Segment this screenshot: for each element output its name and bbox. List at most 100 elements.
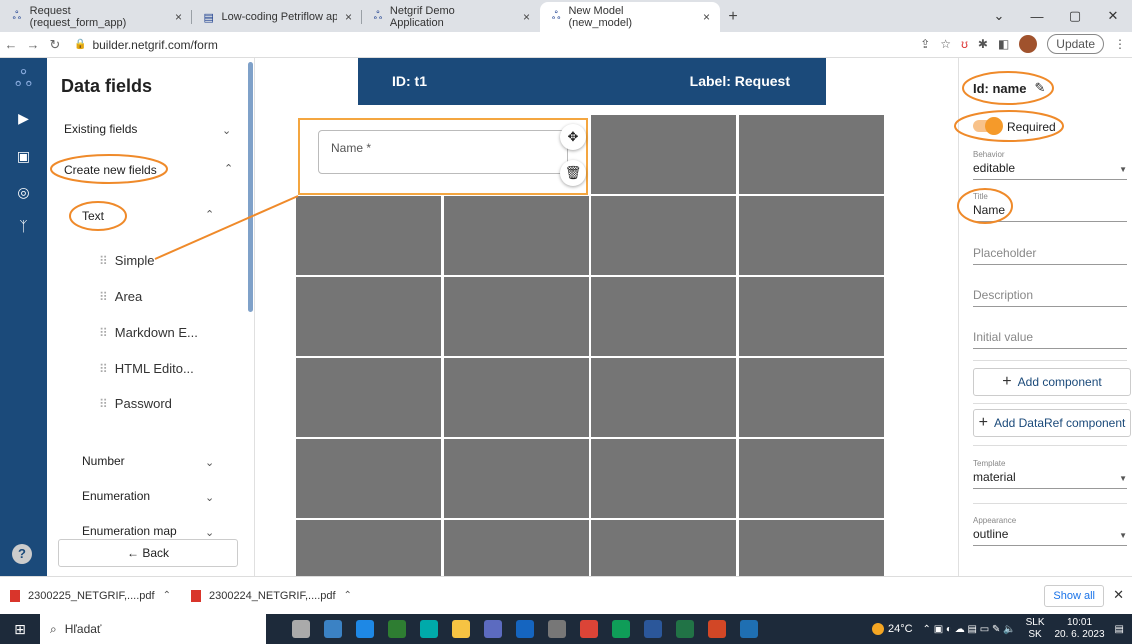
add-dataref-component-button[interactable]: + Add DataRef component: [973, 409, 1131, 437]
share-icon[interactable]: ⇪: [920, 37, 930, 51]
edit-pencil-icon[interactable]: ✎: [1034, 80, 1045, 96]
download-item[interactable]: 2300224_NETGRIF,....pdf ⌃: [181, 589, 362, 602]
app-icon[interactable]: [484, 620, 502, 638]
download-item[interactable]: 2300225_NETGRIF,....pdf ⌃: [0, 589, 181, 602]
grid-cell[interactable]: [591, 277, 736, 356]
photos-icon[interactable]: [740, 620, 758, 638]
drag-handle-icon[interactable]: ⠿: [99, 397, 108, 411]
back-arrow-icon[interactable]: ←: [0, 37, 22, 52]
folder-icon[interactable]: [452, 620, 470, 638]
chevron-down-icon[interactable]: ⌄: [205, 526, 214, 539]
move-icon[interactable]: ✥: [560, 124, 586, 150]
add-component-button[interactable]: + Add component: [973, 368, 1131, 396]
grid-cell[interactable]: [591, 520, 736, 576]
back-button[interactable]: ← Back: [58, 539, 238, 567]
enumeration-group[interactable]: Enumeration: [82, 489, 150, 503]
drag-handle-icon[interactable]: ⠿: [99, 254, 108, 268]
chevron-up-icon[interactable]: ⌃: [163, 590, 171, 601]
github-icon[interactable]: ◎: [0, 184, 47, 201]
grid-cell[interactable]: [296, 196, 441, 275]
grid-cell[interactable]: [739, 115, 884, 194]
grid-cell[interactable]: [591, 196, 736, 275]
create-new-fields-section[interactable]: Create new fields: [64, 163, 157, 177]
language-indicator[interactable]: SLK SK: [1026, 617, 1045, 641]
avatar[interactable]: [1019, 35, 1038, 53]
clock[interactable]: 10:01 20. 6. 2023: [1055, 617, 1105, 641]
new-tab-button[interactable]: +: [720, 2, 746, 32]
selected-field-card[interactable]: Name * ✥ 🗑: [298, 118, 588, 195]
name-field-preview[interactable]: Name *: [318, 130, 568, 174]
grid-cell[interactable]: [591, 439, 736, 518]
minimize-icon[interactable]: —: [1018, 9, 1056, 24]
required-toggle[interactable]: [973, 117, 1003, 135]
chevron-down-icon[interactable]: ⌄: [205, 456, 214, 469]
behavior-select[interactable]: Behavior editable ▼: [973, 150, 1127, 180]
drag-handle-icon[interactable]: ⠿: [99, 326, 108, 340]
maximize-icon[interactable]: ▢: [1056, 8, 1094, 24]
chrome-icon[interactable]: [612, 620, 630, 638]
grid-cell[interactable]: [444, 520, 589, 576]
grid-cell[interactable]: [739, 439, 884, 518]
close-icon[interactable]: ✕: [1113, 587, 1124, 603]
close-tab-icon[interactable]: ×: [703, 10, 710, 24]
grid-cell[interactable]: [444, 196, 589, 275]
grid-cell[interactable]: [739, 358, 884, 437]
initial-value-field[interactable]: Initial value: [973, 330, 1127, 349]
grid-cell[interactable]: [296, 358, 441, 437]
browser-tab[interactable]: ஃ Request (request_form_app) ×: [0, 2, 192, 32]
powerpoint-icon[interactable]: [708, 620, 726, 638]
weather-widget[interactable]: 24°C: [871, 623, 913, 635]
task-view-icon[interactable]: [292, 620, 310, 638]
windows-start-icon[interactable]: ⊞: [0, 621, 40, 638]
field-item-area[interactable]: ⠿ Area: [99, 289, 142, 304]
chevron-down-icon[interactable]: ⌄: [222, 124, 231, 137]
drag-handle-icon[interactable]: ⠿: [99, 290, 108, 304]
show-all-button[interactable]: Show all: [1044, 585, 1104, 607]
grid-cell[interactable]: [296, 520, 441, 576]
trash-icon[interactable]: 🗑: [560, 160, 586, 186]
grid-cell[interactable]: [296, 277, 441, 356]
grid-cell[interactable]: [591, 115, 736, 194]
edge-icon[interactable]: [420, 620, 438, 638]
update-button[interactable]: Update: [1047, 34, 1104, 54]
chrome-icon[interactable]: [580, 620, 598, 638]
star-icon[interactable]: ☆: [940, 37, 951, 51]
chevron-up-icon[interactable]: ⌃: [205, 208, 214, 221]
reload-icon[interactable]: ↻: [44, 37, 66, 53]
grid-cell[interactable]: [444, 439, 589, 518]
grid-cell[interactable]: [739, 277, 884, 356]
grid-cell[interactable]: [739, 196, 884, 275]
enumeration-map-group[interactable]: Enumeration map: [82, 524, 177, 538]
field-item-simple[interactable]: ⠿ Simple: [99, 253, 155, 268]
grid-cell[interactable]: [444, 358, 589, 437]
chevron-up-icon[interactable]: ⌃: [224, 162, 233, 175]
vscode-icon[interactable]: [516, 620, 534, 638]
taskbar-search[interactable]: ⌕ Hľadať: [40, 614, 266, 644]
browser-tab[interactable]: ▤ Low-coding Petriflow apps in Ne ×: [192, 2, 362, 32]
close-tab-icon[interactable]: ×: [523, 10, 530, 24]
app-icon[interactable]: [548, 620, 566, 638]
appearance-select[interactable]: Appearance outline ▼: [973, 516, 1127, 546]
notification-icon[interactable]: ▤: [1115, 624, 1124, 635]
play-icon[interactable]: ▶: [0, 110, 47, 127]
close-icon[interactable]: ✕: [1094, 8, 1132, 24]
chevron-up-icon[interactable]: ⌃: [344, 590, 352, 601]
mail-icon[interactable]: [356, 620, 374, 638]
number-group[interactable]: Number: [82, 454, 125, 468]
description-field[interactable]: Description: [973, 288, 1127, 307]
chevron-down-icon[interactable]: ⌄: [980, 8, 1018, 24]
field-item-html-editor[interactable]: ⠿ HTML Edito...: [99, 361, 194, 376]
sidebar-icon[interactable]: ◧: [998, 37, 1009, 51]
grid-cell[interactable]: [444, 277, 589, 356]
chevron-down-icon[interactable]: ⌄: [205, 491, 214, 504]
text-group[interactable]: Text: [82, 209, 104, 223]
help-icon[interactable]: ?: [12, 544, 32, 564]
excel-icon[interactable]: [676, 620, 694, 638]
title-field[interactable]: Title Name: [973, 192, 1127, 222]
forward-arrow-icon[interactable]: →: [22, 37, 44, 52]
close-tab-icon[interactable]: ×: [175, 10, 182, 24]
extension-icon[interactable]: ʊ: [961, 37, 968, 51]
menu-icon[interactable]: ⋮: [1114, 37, 1126, 51]
url-field[interactable]: 🔒 builder.netgrif.com/form: [74, 38, 218, 52]
placeholder-field[interactable]: Placeholder: [973, 246, 1127, 265]
